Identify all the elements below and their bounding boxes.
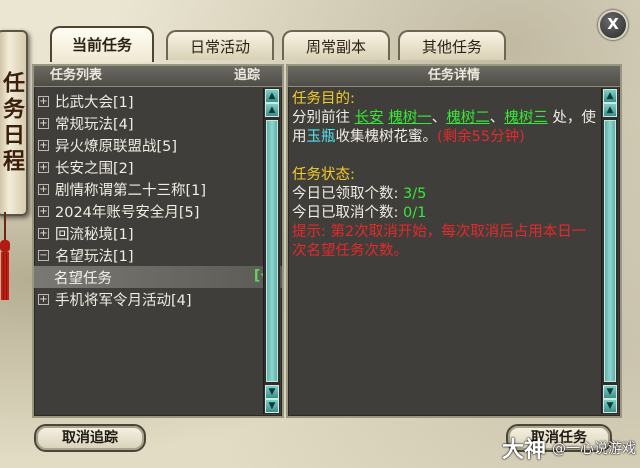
tab-label: 其他任务 (421, 38, 482, 56)
task-group-label: 比武大会[1] (55, 94, 134, 111)
tab-label: 当前任务 (71, 36, 132, 54)
scroll-down-icon[interactable]: ▼ (603, 385, 617, 399)
task-group-item[interactable]: + 2024年账号安全月[5] (38, 200, 260, 222)
task-details-title: 任务详情 (427, 68, 480, 83)
task-details-panel: 任务详情 任务目的: 分别前往 长安 槐树一、槐树二、槐树三 处，使用玉瓶收集槐… (286, 64, 622, 418)
scroll-top-icon[interactable]: ▲ (265, 89, 279, 103)
cancelled-label: 今日已取消个数: (292, 205, 403, 221)
tab-other-tasks[interactable]: 其他任务 (398, 30, 506, 60)
task-list-header: 任务列表 追踪 (34, 66, 282, 87)
expand-icon[interactable]: + (38, 205, 49, 217)
watermark: 大神 @一心说游戏 (502, 432, 636, 464)
scrollbar-thumb[interactable] (604, 120, 616, 382)
watermark-logo: 大神 (501, 438, 546, 463)
close-icon: X (607, 15, 619, 33)
window-title-scroll: 任务日程 (0, 30, 28, 216)
task-group-item[interactable]: + 手机将军令月活动[4] (38, 288, 260, 310)
goal-end: 收集槐树花蜜。 (335, 129, 438, 145)
location-link-tree-2[interactable]: 槐树二 (446, 110, 490, 126)
received-value: 3/5 (403, 186, 427, 202)
scroll-top-icon[interactable]: ▲ (603, 89, 617, 103)
task-list-title: 任务列表 (50, 68, 103, 83)
task-list-panel: 任务列表 追踪 + 比武大会[1] + 常规玩法[4] + 异火燎原联盟战[5]… (32, 64, 284, 418)
tab-current-tasks[interactable]: 当前任务 (50, 26, 154, 62)
received-count-row: 今日已领取个数: 3/5 (292, 185, 598, 204)
task-details-header: 任务详情 (288, 66, 620, 87)
scroll-bottom-icon[interactable]: ▼ (603, 399, 617, 413)
expand-icon[interactable]: + (38, 161, 49, 173)
track-column-title: 追踪 (233, 68, 260, 83)
task-group-item[interactable]: + 长安之围[2] (38, 156, 260, 178)
tab-daily-activities[interactable]: 日常活动 (166, 30, 274, 60)
expand-icon[interactable]: + (38, 139, 49, 151)
expand-icon[interactable]: + (38, 293, 49, 305)
task-group-item[interactable]: + 回流秘境[1] (38, 222, 260, 244)
task-group-item[interactable]: + 剧情称谓第二十三称[1] (38, 178, 260, 200)
cancel-hint: 提示: 第2次取消开始，每次取消后占用本日一次名望任务次数。 (292, 224, 587, 259)
status-title: 任务状态: (292, 167, 355, 183)
separator: 、 (431, 110, 447, 126)
location-link-tree-3[interactable]: 槐树三 (504, 110, 548, 126)
remaining-time: (剩余55分钟) (437, 129, 525, 145)
task-list-scrollbar[interactable]: ▲ ▲ ▼ ▼ (263, 88, 280, 414)
task-group-label: 2024年账号安全月[5] (55, 204, 200, 221)
tab-weekly-dungeons[interactable]: 周常副本 (282, 30, 390, 60)
task-item-selected[interactable]: 名望任务 [√] (34, 266, 282, 288)
task-group-label: 回流秘境[1] (55, 226, 134, 243)
scroll-up-icon[interactable]: ▲ (265, 103, 279, 117)
expand-icon[interactable]: + (38, 183, 49, 195)
task-label: 名望任务 (54, 270, 112, 287)
cancel-tracking-label: 取消追踪 (62, 430, 118, 446)
scrollbar-thumb[interactable] (266, 120, 278, 382)
task-group-item-expanded[interactable]: − 名望玩法[1] (38, 244, 260, 266)
task-group-label: 异火燎原联盟战[5] (55, 138, 178, 155)
goal-description: 分别前往 长安 槐树一、槐树二、槐树三 处，使用玉瓶收集槐树花蜜。(剩余55分钟… (292, 109, 598, 147)
cancelled-count-row: 今日已取消个数: 0/1 (292, 204, 598, 223)
location-link-changan[interactable]: 长安 (355, 110, 384, 126)
location-link-tree-1[interactable]: 槐树一 (388, 110, 432, 126)
goal-title: 任务目的: (292, 91, 355, 107)
scroll-up-icon[interactable]: ▲ (603, 103, 617, 117)
watermark-text: @一心说游戏 (552, 441, 636, 457)
task-group-item[interactable]: + 常规玩法[4] (38, 112, 260, 134)
task-group-label: 名望玩法[1] (55, 248, 134, 265)
task-group-label: 常规玩法[4] (55, 116, 134, 133)
tab-label: 日常活动 (189, 38, 250, 56)
expand-icon[interactable]: + (38, 95, 49, 107)
red-tassel-decoration (0, 212, 10, 302)
task-group-item[interactable]: + 异火燎原联盟战[5] (38, 134, 260, 156)
goal-prefix: 分别前往 (292, 110, 355, 126)
expand-icon[interactable]: + (38, 117, 49, 129)
task-tree: + 比武大会[1] + 常规玩法[4] + 异火燎原联盟战[5] + 长安之围[… (34, 90, 282, 310)
collapse-icon[interactable]: − (38, 249, 49, 261)
received-label: 今日已领取个数: (292, 186, 403, 202)
expand-icon[interactable]: + (38, 227, 49, 239)
separator: 、 (489, 110, 505, 126)
scroll-bottom-icon[interactable]: ▼ (265, 399, 279, 413)
tab-label: 周常副本 (305, 38, 366, 56)
task-group-label: 剧情称谓第二十三称[1] (55, 182, 207, 199)
task-details-scrollbar[interactable]: ▲ ▲ ▼ ▼ (601, 88, 618, 414)
window-title: 任务日程 (0, 71, 25, 175)
item-name: 玉瓶 (306, 129, 336, 145)
scroll-down-icon[interactable]: ▼ (265, 385, 279, 399)
cancelled-value: 0/1 (403, 205, 427, 221)
close-button[interactable]: X (598, 10, 628, 40)
task-group-item[interactable]: + 比武大会[1] (38, 90, 260, 112)
cancel-tracking-button[interactable]: 取消追踪 (34, 424, 146, 452)
task-group-label: 长安之围[2] (55, 160, 134, 177)
task-group-label: 手机将军令月活动[4] (55, 292, 192, 309)
task-details-content: 任务目的: 分别前往 长安 槐树一、槐树二、槐树三 处，使用玉瓶收集槐树花蜜。(… (292, 90, 598, 261)
